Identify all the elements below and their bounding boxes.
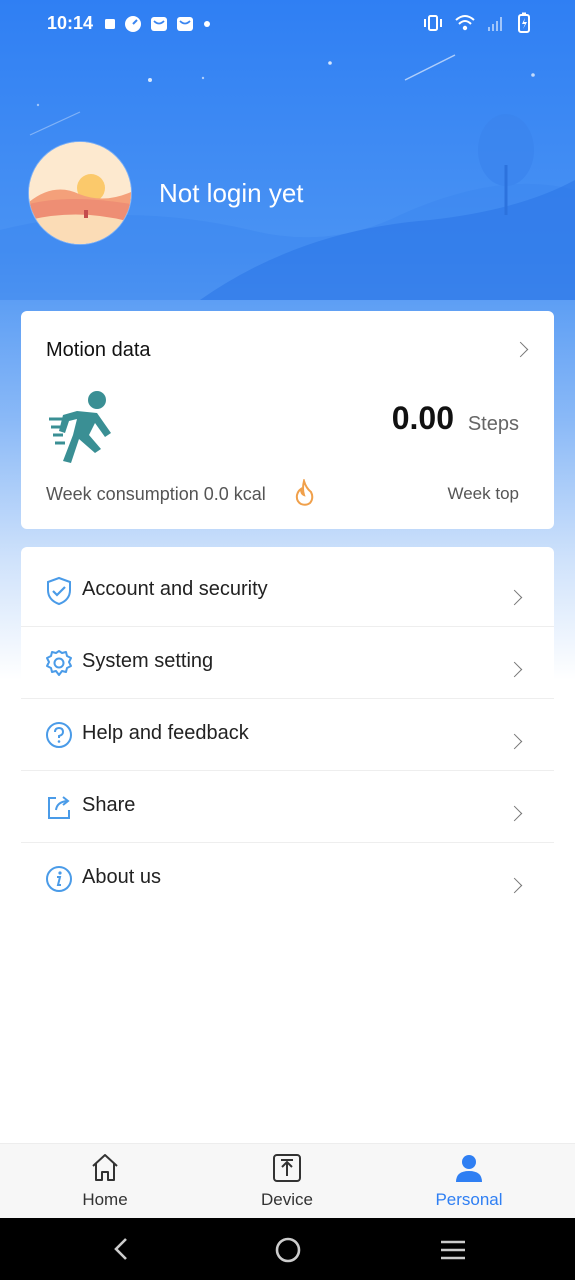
vibrate-icon [424, 15, 442, 31]
runner-icon [49, 391, 111, 463]
menu-label: Help and feedback [82, 722, 249, 744]
question-icon [46, 722, 72, 748]
battery-charging-icon [518, 12, 530, 33]
settings-menu: Account and security System setting Help… [21, 547, 554, 917]
chevron-right-icon [506, 877, 523, 894]
chevron-right-icon [506, 589, 523, 606]
motion-data-title: Motion data [46, 339, 151, 361]
menu-label: About us [82, 866, 161, 888]
chevron-right-icon [506, 805, 523, 822]
home-icon [92, 1154, 118, 1181]
device-icon [273, 1154, 301, 1182]
week-top-link[interactable]: Week top [447, 484, 519, 504]
wifi-icon [455, 15, 475, 31]
shield-check-icon [47, 576, 71, 606]
gauge-icon [125, 16, 141, 32]
nav-label: Home [82, 1190, 128, 1209]
notification-icons [104, 15, 212, 33]
week-consumption-text: Week consumption 0.0 kcal [46, 484, 266, 504]
steps-value: 0.00 [391, 400, 454, 436]
info-icon [46, 866, 72, 892]
nav-label: Personal [435, 1190, 503, 1209]
status-time: 10:14 [47, 13, 94, 33]
menu-label: Account and security [82, 578, 268, 600]
nav-tab-home[interactable]: Home [35, 1144, 175, 1219]
home-circle-icon[interactable] [274, 1236, 302, 1264]
square-icon [105, 19, 115, 29]
nav-tab-personal[interactable]: Personal [399, 1144, 539, 1219]
menu-label: System setting [82, 650, 214, 672]
back-icon[interactable] [110, 1237, 132, 1261]
menu-item-system-setting[interactable]: System setting [21, 626, 554, 699]
menu-item-account-security[interactable]: Account and security [21, 554, 554, 627]
system-navigation-bar [0, 1218, 575, 1280]
mail-icon [177, 17, 193, 31]
avatar-illustration [29, 142, 131, 244]
flame-icon [295, 479, 314, 506]
avatar[interactable] [29, 142, 131, 244]
login-status-text[interactable]: Not login yet [159, 178, 304, 209]
menu-label: Share [82, 794, 136, 816]
menu-item-help-feedback[interactable]: Help and feedback [21, 698, 554, 771]
person-icon [456, 1155, 482, 1182]
nav-label: Device [261, 1190, 313, 1209]
chevron-right-icon[interactable] [512, 341, 529, 358]
share-icon [48, 796, 70, 819]
gear-icon [46, 650, 72, 676]
menu-icon[interactable] [439, 1238, 467, 1262]
motion-data-card[interactable]: Motion data 0.00 Steps Week consumption … [21, 311, 554, 529]
steps-unit: Steps [467, 413, 519, 435]
system-status-icons [423, 12, 531, 34]
dot-icon [204, 21, 210, 27]
chevron-right-icon [506, 661, 523, 678]
menu-item-about-us[interactable]: About us [21, 842, 554, 914]
signal-icon [488, 17, 502, 31]
nav-tab-device[interactable]: Device [217, 1144, 357, 1219]
mail-icon [151, 17, 167, 31]
chevron-right-icon [506, 733, 523, 750]
menu-item-share[interactable]: Share [21, 770, 554, 843]
status-bar: 10:14 [0, 0, 575, 48]
bottom-navigation: Home Device Personal [0, 1143, 575, 1219]
